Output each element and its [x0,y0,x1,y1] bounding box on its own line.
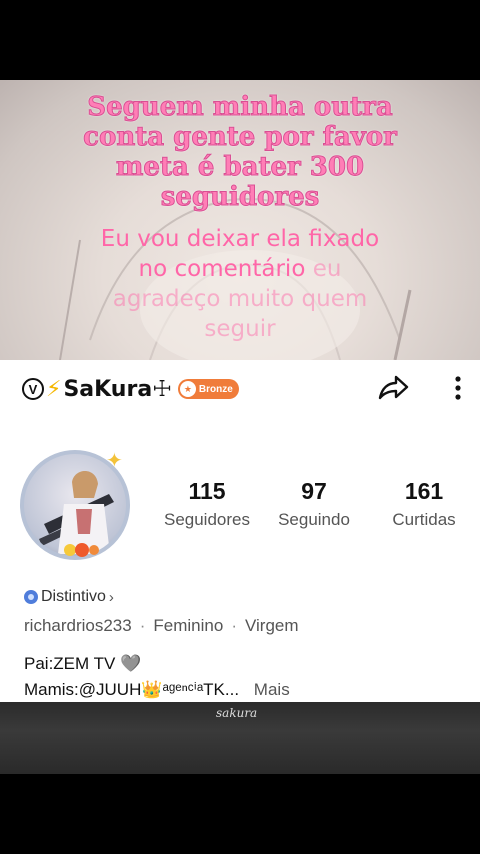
bolt-icon: ⚡ [46,376,62,401]
likes-count: 161 [404,478,444,504]
bio-line-1: Pai:ZEM TV 🩶 [24,654,142,673]
profile-sign: Virgem [245,616,299,635]
avatar[interactable]: ✦ [18,448,136,566]
share-icon[interactable] [376,372,410,404]
bio-line-2-text: Mamis:@JUUH👑ᵃᵍᵉⁿᶜⁱᵃTK... [24,680,240,699]
flower-deco-icon [64,543,99,557]
profile-meta: richardrios233 · Feminino · Virgem [24,616,299,635]
profile-stats: 115 Seguidores 97 Seguindo 161 Curtidas [156,476,476,536]
badge-label: Bronze [198,383,233,395]
stat-followers[interactable]: 115 Seguidores [160,476,254,530]
chevron-right-icon: › [108,588,114,606]
followers-label: Seguidores [163,510,250,529]
following-label: Seguindo [278,510,350,529]
followers-count: 115 [188,478,226,504]
more-link[interactable]: Mais [254,680,290,699]
distintivo-link[interactable]: Distintivo › [24,588,114,606]
likes-label: Curtidas [392,510,456,529]
profile-handle: richardrios233 [24,616,132,635]
stat-likes: 161 Curtidas [382,476,466,530]
top-black-bar [0,0,480,80]
bottom-black-bar [0,774,480,854]
distintivo-icon [24,590,38,604]
distintivo-label: Distintivo [41,588,106,605]
profile-header: V ⚡ SaKura☩ ★ Bronze [22,374,239,404]
stat-following[interactable]: 97 Seguindo [272,476,356,530]
bio-line-2: Mamis:@JUUH👑ᵃᵍᵉⁿᶜⁱᵃTK... Mais [24,680,290,700]
profile-gender: Feminino [153,616,224,635]
following-count: 97 [301,478,327,504]
profile-username: SaKura☩ [63,376,172,402]
bronze-badge[interactable]: ★ Bronze [177,379,239,399]
verified-v-icon: V [22,378,44,400]
signature-text: sakura [216,706,258,720]
overlay-subtitle-text: Eu vou deixar ela fixado no comentário e… [0,224,480,344]
profile-card: V ⚡ SaKura☩ ★ Bronze ✦ 115 Seguidores 97… [0,360,480,702]
badge-medal-icon: ★ [179,381,196,397]
more-vertical-icon[interactable] [448,372,468,404]
crown-deco-icon: ✦ [106,450,123,472]
overlay-title-text: Seguem minha outra conta gente por favor… [83,92,398,213]
